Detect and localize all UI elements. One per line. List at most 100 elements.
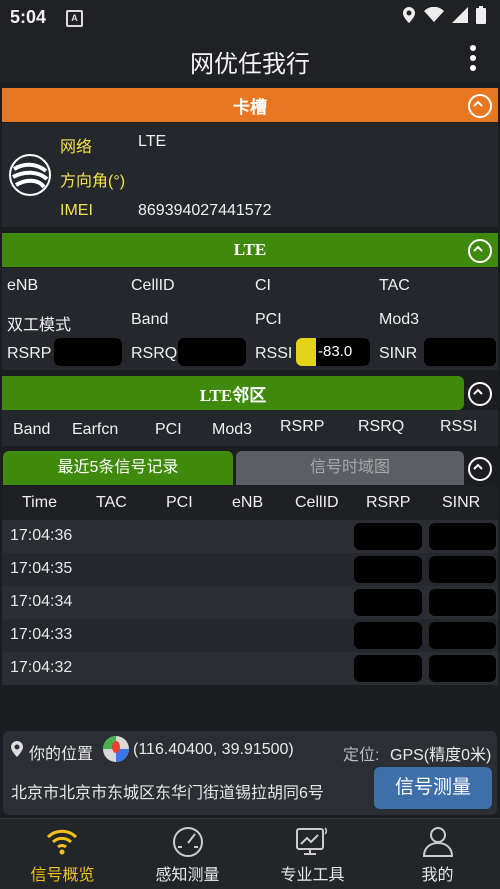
record-sinr-box — [429, 655, 496, 682]
sinr-value-box — [424, 338, 496, 366]
tab-signal-timeline[interactable]: 信号时域图 — [236, 451, 464, 485]
rsrp-label: RSRP — [7, 345, 52, 362]
bottom-tab-bar: 信号概览 感知测量 专业工具 我的 — [0, 818, 500, 889]
records-col-enb: eNB — [232, 494, 264, 511]
collapse-icon[interactable] — [468, 382, 492, 406]
record-sinr-box — [429, 556, 496, 583]
rsrp-value-box — [54, 338, 122, 366]
records-col-tac: TAC — [96, 494, 127, 511]
record-time: 17:04:36 — [10, 527, 73, 544]
neighbor-col-rssi: RSSI — [440, 418, 478, 435]
status-bar: 5:04 A — [0, 0, 500, 36]
network-value: LTE — [138, 133, 167, 150]
app-bar: 网优任我行 — [0, 36, 500, 82]
sim-info-panel: 网络 LTE 方向角(°) IMEI 869394027441572 — [2, 123, 498, 227]
rssi-label: RSSI — [255, 345, 293, 362]
tab-mine[interactable]: 我的 — [375, 819, 500, 889]
mod3-label: Mod3 — [379, 311, 420, 328]
tab-label: 信号概览 — [30, 867, 95, 884]
lte-header[interactable]: LTE — [2, 233, 498, 267]
network-label: 网络 — [60, 139, 93, 156]
record-sinr-box — [429, 622, 496, 649]
status-time: 5:04 — [10, 7, 47, 27]
location-mode-label: 定位: — [343, 747, 380, 764]
cellid-label: CellID — [131, 277, 175, 294]
records-collapse[interactable] — [466, 451, 498, 485]
rssi-value: -83.0 — [318, 343, 353, 360]
sim-slot-header[interactable]: 卡槽 — [2, 88, 498, 122]
neighbor-col-rsrp: RSRP — [280, 418, 325, 435]
gps-accuracy: GPS(精度0米) — [390, 747, 492, 764]
wifi-icon — [424, 7, 444, 22]
neighbor-col-rsrq: RSRQ — [358, 418, 405, 435]
location-icon — [403, 7, 415, 23]
neighbor-col-pci: PCI — [155, 421, 182, 438]
record-time: 17:04:33 — [10, 626, 73, 643]
china-mobile-logo-icon — [9, 154, 51, 196]
imei-label: IMEI — [60, 202, 93, 219]
tac-label: TAC — [379, 277, 410, 294]
address-text: 北京市北京市东城区东华门街道锡拉胡同6号 — [11, 785, 324, 802]
neighbor-col-mod3: Mod3 — [212, 421, 253, 438]
location-label: 你的位置 — [29, 746, 94, 763]
neighbor-header[interactable]: LTE邻区 — [2, 376, 464, 410]
signal-icon — [452, 7, 468, 23]
neighbor-col-earfcn: Earfcn — [72, 421, 119, 438]
band-label: Band — [131, 311, 169, 328]
speedometer-icon — [173, 827, 203, 857]
record-rsrp-box — [354, 523, 422, 550]
table-row: 17:04:36 — [2, 520, 498, 553]
record-rsrp-box — [354, 589, 422, 616]
lte-title: LTE — [233, 240, 267, 259]
table-row: 17:04:34 — [2, 586, 498, 619]
sinr-label: SINR — [379, 345, 418, 362]
rssi-level-fill — [296, 338, 316, 366]
sim-slot-title: 卡槽 — [233, 97, 267, 117]
record-sinr-box — [429, 589, 496, 616]
tab-recent-records[interactable]: 最近5条信号记录 — [3, 451, 233, 485]
table-row: 17:04:32 — [2, 652, 498, 685]
user-icon — [422, 827, 454, 857]
neighbor-collapse[interactable] — [466, 376, 498, 410]
neighbor-col-band: Band — [13, 421, 51, 438]
records-col-cellid: CellID — [295, 494, 339, 511]
record-rsrp-box — [354, 622, 422, 649]
tab-pro-tools[interactable]: 专业工具 — [250, 819, 375, 889]
tab-label: 我的 — [421, 867, 454, 884]
imei-value: 869394027441572 — [138, 202, 272, 219]
collapse-icon[interactable] — [468, 239, 492, 263]
duplex-label: 双工模式 — [7, 317, 72, 334]
signal-measure-button[interactable]: 信号测量 — [374, 767, 492, 809]
location-pin-icon — [11, 741, 23, 757]
record-rsrp-box — [354, 556, 422, 583]
record-time: 17:04:32 — [10, 659, 73, 676]
rsrq-label: RSRQ — [131, 345, 178, 362]
pci-label: PCI — [255, 311, 282, 328]
neighbor-title: LTE邻区 — [199, 385, 267, 405]
battery-icon — [476, 6, 486, 24]
tab-signal-overview[interactable]: 信号概览 — [0, 819, 125, 889]
location-card: 你的位置 (116.40400, 39.91500) 定位: GPS(精度0米)… — [3, 731, 497, 815]
collapse-icon[interactable] — [468, 457, 492, 481]
notification-app-icon: A — [66, 10, 83, 27]
wifi-signal-icon — [46, 829, 78, 855]
page-title: 网优任我行 — [190, 51, 310, 78]
records-col-rsrp: RSRP — [366, 494, 411, 511]
ci-label: CI — [255, 277, 271, 294]
tab-label: 专业工具 — [280, 867, 345, 884]
more-menu-icon[interactable] — [468, 42, 478, 76]
neighbor-columns: Band Earfcn PCI Mod3 RSRP RSRQ RSSI — [2, 410, 498, 446]
records-col-sinr: SINR — [442, 494, 481, 511]
tab-perception-measure[interactable]: 感知测量 — [125, 819, 250, 889]
tab-label: 感知测量 — [155, 867, 220, 884]
table-row: 17:04:33 — [2, 619, 498, 652]
map-provider-icon[interactable] — [103, 736, 129, 762]
enb-label: eNB — [7, 277, 39, 294]
collapse-icon[interactable] — [468, 94, 492, 118]
record-sinr-box — [429, 523, 496, 550]
rssi-value-box: -83.0 — [296, 338, 370, 366]
coordinates: (116.40400, 39.91500) — [133, 741, 294, 758]
monitor-chart-icon — [296, 827, 328, 855]
status-icons — [402, 6, 486, 24]
records-col-pci: PCI — [166, 494, 193, 511]
